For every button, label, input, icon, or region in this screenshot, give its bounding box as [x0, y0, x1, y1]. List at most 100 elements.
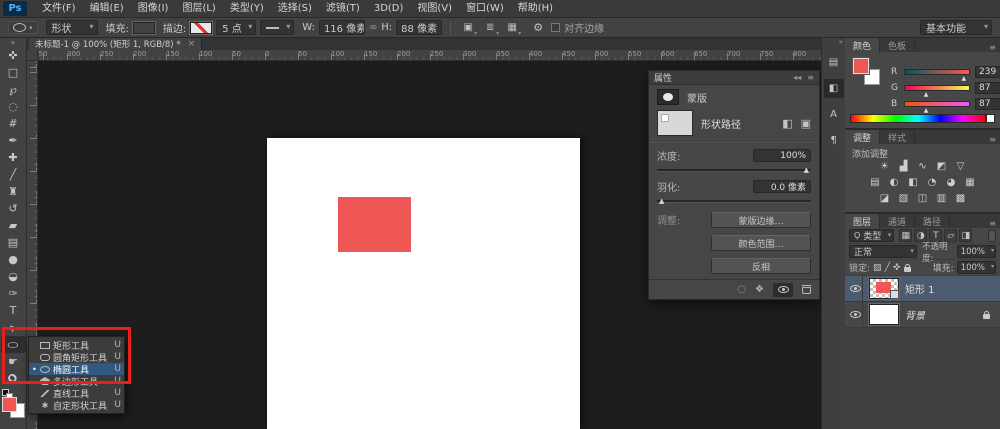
collapse-panel-icon[interactable]: ◂◂ — [793, 73, 801, 82]
workspace-switcher[interactable]: 基本功能 — [920, 20, 992, 35]
layer-filter-toggle[interactable] — [988, 230, 996, 242]
rectangular-marquee-tool[interactable]: □ — [1, 64, 26, 81]
toolbar-collapse-icon[interactable]: » — [11, 38, 16, 47]
lock-position-icon[interactable]: ✜ — [893, 263, 901, 273]
tool-preset-picker[interactable]: ▾ — [8, 21, 38, 34]
layer-visibility-eye-icon[interactable] — [850, 311, 861, 318]
layer-thumbnail[interactable] — [869, 304, 899, 325]
menu-item[interactable]: 类型(Y) — [223, 0, 271, 17]
feather-slider-thumb[interactable]: ▲ — [659, 197, 664, 205]
menu-item[interactable]: 文件(F) — [35, 0, 83, 17]
height-input[interactable]: 88 像素 — [396, 20, 442, 35]
gear-icon[interactable]: ⚙ — [529, 20, 547, 36]
quick-selection-tool[interactable]: ◌ — [1, 98, 26, 115]
photoshop-logo[interactable]: Ps — [3, 1, 27, 16]
flyout-item-custom[interactable]: ✱自定形状工具U — [29, 399, 124, 411]
character-panel-icon[interactable]: A — [824, 105, 844, 124]
layers-tab-通道[interactable]: 通道 — [880, 214, 915, 228]
spectrum-white-swatch[interactable] — [986, 114, 995, 123]
panel-menu-icon[interactable]: ≡ — [989, 43, 1000, 52]
red-rectangle-shape[interactable] — [338, 197, 411, 252]
photo-filter-icon[interactable]: ◔ — [924, 175, 940, 189]
panel-menu-icon[interactable]: ≡ — [989, 219, 1000, 228]
path-operations-icon[interactable]: ▣ — [459, 20, 477, 36]
crop-tool[interactable]: # — [1, 115, 26, 132]
document-tab[interactable]: 未标题-1 @ 100% (矩形 1, RGB/8) * × — [29, 38, 202, 50]
stroke-color-swatch[interactable] — [190, 22, 212, 34]
button-颜色范围[interactable]: 颜色范围… — [711, 235, 811, 251]
posterize-icon[interactable]: ▧ — [896, 191, 912, 205]
adjustments-tab-样式[interactable]: 样式 — [880, 130, 915, 144]
stroke-style-select[interactable] — [260, 20, 294, 35]
canvas[interactable] — [267, 138, 580, 429]
flyout-item-line[interactable]: 直线工具U — [29, 387, 124, 399]
load-selection-icon[interactable]: ◌ — [737, 284, 746, 295]
move-tool[interactable]: ✜ — [1, 47, 26, 64]
channel-slider-G[interactable]: ▲ — [904, 85, 970, 91]
slider-thumb[interactable]: ▲ — [962, 75, 967, 82]
density-slider[interactable]: ▲ — [657, 165, 811, 175]
foreground-color-swatch[interactable] — [853, 58, 869, 74]
tool-mode-select[interactable]: 形状 — [46, 20, 98, 35]
adjustments-tab-调整[interactable]: 调整 — [845, 130, 880, 144]
type-tool[interactable]: T — [1, 302, 26, 319]
color-spectrum-bar[interactable] — [850, 114, 986, 123]
link-dimensions-icon[interactable]: ∞ — [369, 22, 377, 33]
stroke-width-select[interactable]: 5 点 — [216, 20, 256, 35]
add-pixel-mask-icon[interactable]: ◧ — [782, 117, 792, 130]
black-white-icon[interactable]: ◧ — [905, 175, 921, 189]
color-tab-颜色[interactable]: 颜色 — [845, 38, 880, 52]
layer-row-背景[interactable]: 背景 — [845, 302, 1000, 328]
slider-thumb[interactable]: ▲ — [924, 107, 929, 114]
menu-item[interactable]: 编辑(E) — [83, 0, 131, 17]
channel-value-G[interactable]: 87 — [975, 82, 1000, 94]
history-panel-icon[interactable]: ▤ — [824, 53, 844, 72]
default-colors-icon[interactable] — [2, 389, 9, 396]
layer-thumbnail[interactable] — [869, 278, 899, 299]
color-tab-色板[interactable]: 色板 — [880, 38, 915, 52]
paragraph-panel-icon[interactable]: ¶ — [824, 131, 844, 150]
lasso-tool[interactable]: ℘ — [1, 81, 26, 98]
menu-item[interactable]: 图层(L) — [175, 0, 222, 17]
channel-slider-B[interactable]: ▲ — [904, 101, 970, 107]
properties-panel-icon[interactable]: ◧ — [824, 79, 844, 98]
blur-tool[interactable]: ● — [1, 251, 26, 268]
eraser-tool[interactable]: ▰ — [1, 217, 26, 234]
close-icon[interactable]: × — [188, 39, 196, 49]
color-balance-icon[interactable]: ◐ — [886, 175, 902, 189]
brush-tool[interactable]: ╱ — [1, 166, 26, 183]
menu-item[interactable]: 视图(V) — [410, 0, 459, 17]
button-反相[interactable]: 反相 — [711, 258, 811, 274]
menu-item[interactable]: 滤镜(T) — [319, 0, 367, 17]
layer-row-矩形 1[interactable]: 矩形 1 — [845, 276, 1000, 302]
density-value-field[interactable]: 100% — [753, 149, 811, 162]
layer-filter-select[interactable]: Ϙ 类型 — [849, 229, 894, 242]
filter-pixel-layers-icon[interactable]: ▦ — [899, 229, 912, 242]
layer-name[interactable]: 背景 — [905, 307, 925, 322]
brightness-contrast-icon[interactable]: ☀ — [877, 159, 893, 173]
lock-image-icon[interactable]: ╱ — [885, 263, 890, 273]
eyedropper-tool[interactable]: ✒ — [1, 132, 26, 149]
invert-icon[interactable]: ◪ — [877, 191, 893, 205]
dodge-tool[interactable]: ◒ — [1, 268, 26, 285]
fill-color-swatch[interactable] — [133, 22, 155, 34]
channel-mixer-icon[interactable]: ◕ — [943, 175, 959, 189]
spot-healing-brush-tool[interactable]: ✚ — [1, 149, 26, 166]
menu-item[interactable]: 帮助(H) — [511, 0, 560, 17]
pen-tool[interactable]: ✑ — [1, 285, 26, 302]
channel-value-R[interactable]: 239 — [975, 66, 1000, 78]
toggle-mask-icon[interactable] — [773, 283, 793, 297]
feather-slider[interactable]: ▲ — [657, 196, 811, 206]
menu-item[interactable]: 窗口(W) — [459, 0, 511, 17]
button-蒙版边缘[interactable]: 蒙版边缘… — [711, 212, 811, 228]
levels-icon[interactable]: ▟ — [896, 159, 912, 173]
path-arrangement-icon[interactable]: ▦ — [503, 20, 521, 36]
add-vector-mask-icon[interactable]: ▣ — [801, 117, 811, 130]
fill-field[interactable]: 100% — [957, 261, 996, 274]
dock-collapse-icon[interactable]: » — [839, 38, 843, 46]
channel-value-B[interactable]: 87 — [975, 98, 1000, 110]
panel-menu-icon[interactable]: ≡ — [989, 135, 1000, 144]
panel-menu-icon[interactable]: ≡ — [807, 73, 814, 82]
width-input[interactable]: 116 像素 — [319, 20, 365, 35]
menu-item[interactable]: 选择(S) — [271, 0, 319, 17]
